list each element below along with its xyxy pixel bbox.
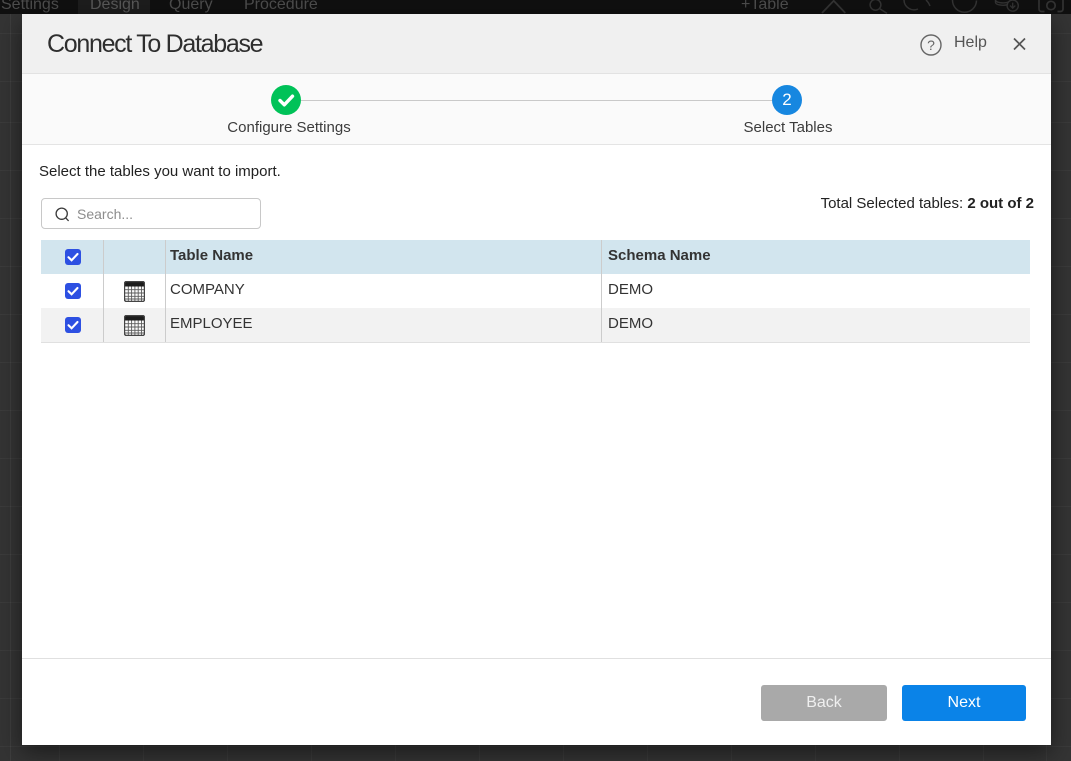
svg-text:?: ? <box>927 37 935 53</box>
